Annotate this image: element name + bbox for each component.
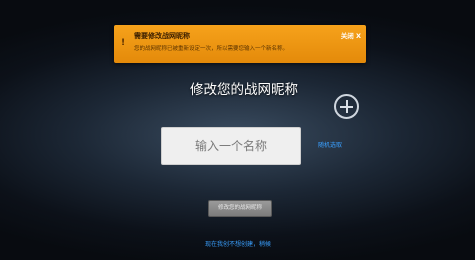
add-avatar-button[interactable] (334, 94, 359, 119)
notification-body: 您的战网昵称已被重新设定一次，所以需要您输入一个新名称。 (134, 46, 289, 52)
page-title: 修改您的战网昵称 (190, 82, 298, 98)
submit-nickname-button[interactable]: 修改您的战网昵称 (208, 200, 272, 217)
notification-banner: ! 需要修改战网昵称 您的战网昵称已被重新设定一次，所以需要您输入一个新名称。 … (114, 25, 366, 63)
random-name-link[interactable]: 随机选取 (318, 142, 342, 150)
warning-icon: ! (121, 38, 126, 48)
nickname-input[interactable] (161, 127, 301, 165)
skip-link[interactable]: 现在我创不想创建，稍候 (203, 241, 273, 249)
notification-close-button[interactable]: 关闭 X (341, 32, 361, 41)
notification-title: 需要修改战网昵称 (134, 32, 190, 40)
